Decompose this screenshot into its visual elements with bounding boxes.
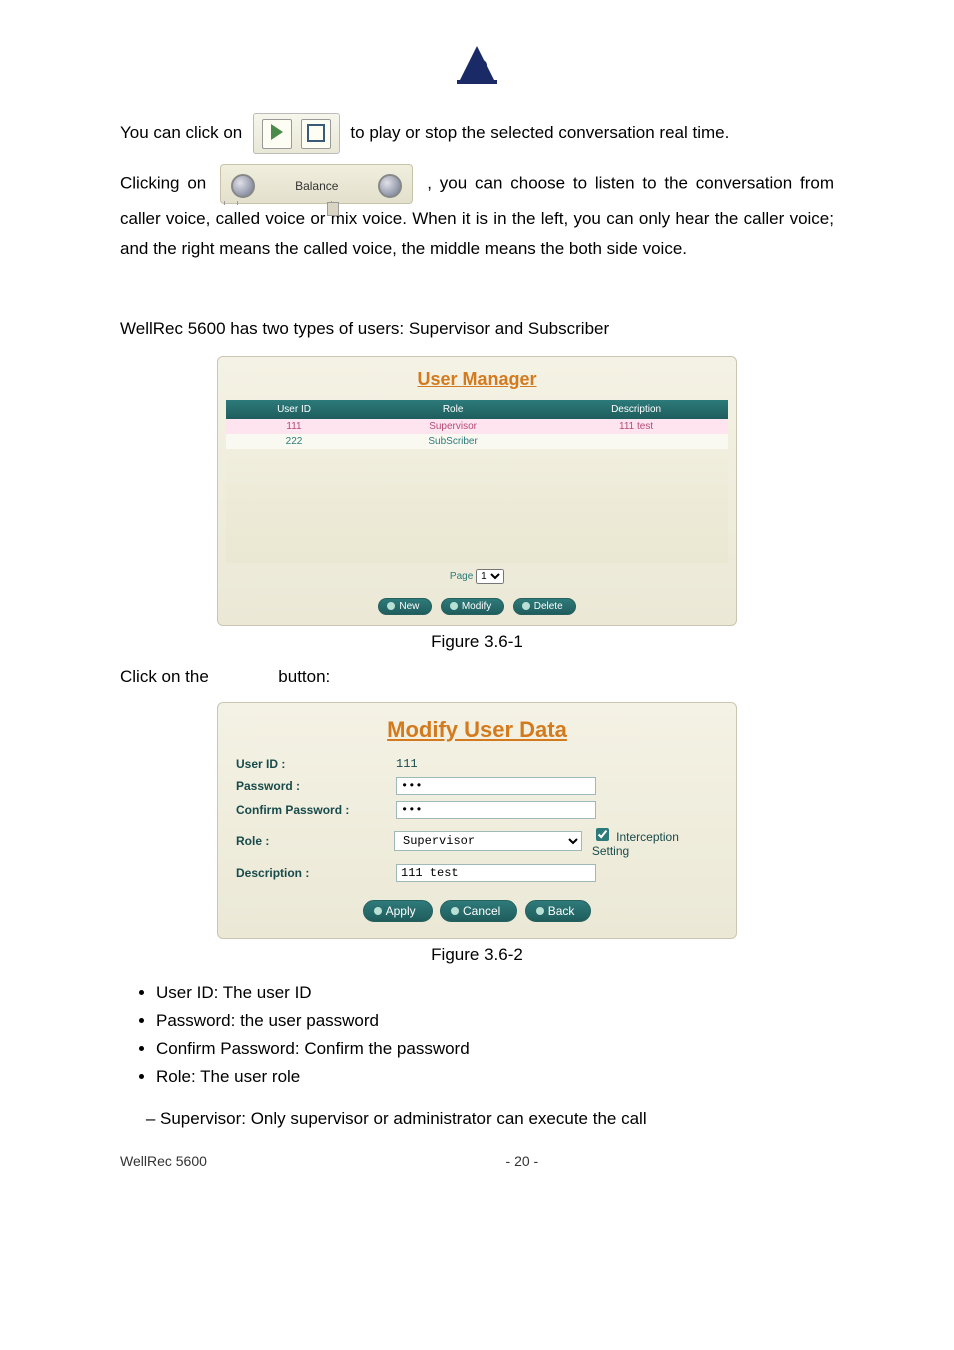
click-on-line: Click on the button: (120, 662, 834, 692)
pager-label: Page (450, 571, 473, 582)
label-user-id: User ID : (236, 757, 396, 771)
stop-icon (307, 124, 325, 142)
cell (544, 434, 728, 449)
table-row[interactable]: 111 Supervisor 111 test (226, 419, 728, 434)
list-item: Supervisor: Only supervisor or administr… (160, 1105, 834, 1133)
modify-button[interactable]: Modify (441, 598, 504, 615)
role-sublist: Supervisor: Only supervisor or administr… (120, 1105, 834, 1133)
col-description: Description (544, 400, 728, 419)
balance-control-image: Balance (220, 164, 413, 204)
password-field[interactable] (396, 777, 596, 795)
section-intro: WellRec 5600 has two types of users: Sup… (120, 314, 834, 344)
label-description: Description : (236, 866, 396, 880)
pager: Page 1 (226, 563, 728, 590)
pager-select[interactable]: 1 (476, 569, 504, 584)
delete-button[interactable]: Delete (513, 598, 576, 615)
col-user-id: User ID (226, 400, 362, 419)
cell: 111 test (544, 419, 728, 434)
value-user-id: 111 (396, 757, 418, 771)
speaker-right-icon (378, 174, 402, 198)
figure-caption-1: Figure 3.6-1 (120, 632, 834, 652)
play-stop-control-image (253, 113, 340, 154)
interception-checkbox[interactable] (596, 828, 609, 841)
footer-product: WellRec 5600 (120, 1153, 506, 1169)
text: Click on the (120, 667, 209, 686)
cell: 222 (226, 434, 362, 449)
cell: 111 (226, 419, 362, 434)
paragraph-balance: Clicking on Balance , you can choose to … (120, 164, 834, 264)
confirm-password-field[interactable] (396, 801, 596, 819)
label-role: Role : (236, 834, 394, 848)
paragraph-play-stop: You can click on to play or stop the sel… (120, 113, 834, 154)
slider-thumb-icon (327, 202, 339, 216)
figure-caption-2: Figure 3.6-2 (120, 945, 834, 965)
cancel-button[interactable]: Cancel (440, 900, 517, 922)
cell: Supervisor (362, 419, 544, 434)
footer-page: - 20 - (506, 1153, 539, 1169)
cell: SubScriber (362, 434, 544, 449)
interception-checkbox-label[interactable]: Interception Setting (592, 825, 718, 858)
play-icon (271, 124, 283, 140)
label-confirm-password: Confirm Password : (236, 803, 396, 817)
apply-button[interactable]: Apply (363, 900, 433, 922)
text: You can click on (120, 123, 247, 142)
text: button: (278, 667, 330, 686)
balance-label: Balance (295, 171, 338, 201)
description-field[interactable] (396, 864, 596, 882)
list-item: Password: the user password (156, 1007, 834, 1035)
list-item: User ID: The user ID (156, 979, 834, 1007)
col-role: Role (362, 400, 544, 419)
role-select[interactable]: Supervisor (394, 831, 582, 851)
speaker-left-icon (231, 174, 255, 198)
text: to play or stop the selected conversatio… (350, 123, 729, 142)
stop-button[interactable] (301, 119, 331, 149)
modify-user-panel: Modify User Data User ID : 111 Password … (217, 702, 737, 939)
user-manager-table: User ID Role Description 111 Supervisor … (226, 400, 728, 563)
modify-user-title: Modify User Data (236, 717, 718, 743)
field-descriptions-list: User ID: The user ID Password: the user … (120, 979, 834, 1091)
list-item: Role: The user role (156, 1063, 834, 1091)
user-manager-title: User Manager (226, 369, 728, 390)
table-row[interactable]: 222 SubScriber (226, 434, 728, 449)
play-button[interactable] (262, 119, 292, 149)
user-manager-panel: User Manager User ID Role Description 11… (217, 356, 737, 626)
label-password: Password : (236, 779, 396, 793)
brand-logo-icon (449, 40, 505, 88)
text: Clicking on (120, 173, 214, 192)
new-button[interactable]: New (378, 598, 432, 615)
list-item: Confirm Password: Confirm the password (156, 1035, 834, 1063)
back-button[interactable]: Back (525, 900, 592, 922)
